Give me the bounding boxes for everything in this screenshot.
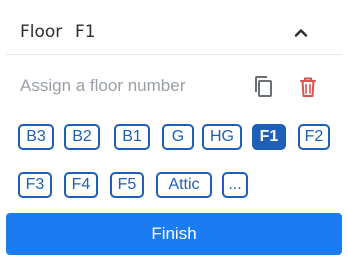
floor-chip-more[interactable]: ... [222,172,248,198]
floor-chip-f1[interactable]: F1 [252,124,286,150]
floor-chip-b1[interactable]: B1 [114,124,150,150]
floor-chip-g[interactable]: G [162,124,194,150]
floor-chip-attic[interactable]: Attic [156,172,212,198]
trash-icon[interactable] [296,74,320,100]
floor-chip-b3[interactable]: B3 [18,124,54,150]
copy-icon[interactable] [252,74,276,100]
floor-panel: Floor F1 B3 B2 B1 G HG F1 F2 [0,0,348,260]
floor-chip-f2[interactable]: F2 [298,124,330,150]
floor-chip-f5[interactable]: F5 [110,172,144,198]
panel-title-value: F1 [75,22,96,42]
floor-chip-f3[interactable]: F3 [18,172,52,198]
floor-chip-hg[interactable]: HG [202,124,242,150]
finish-button[interactable]: Finish [6,213,342,255]
panel-title-label: Floor [20,22,63,42]
floor-input-row [20,72,334,102]
floor-chip-b2[interactable]: B2 [64,124,100,150]
floor-chip-f4[interactable]: F4 [64,172,98,198]
floor-number-input[interactable] [20,72,240,100]
chevron-up-icon[interactable] [292,24,310,40]
